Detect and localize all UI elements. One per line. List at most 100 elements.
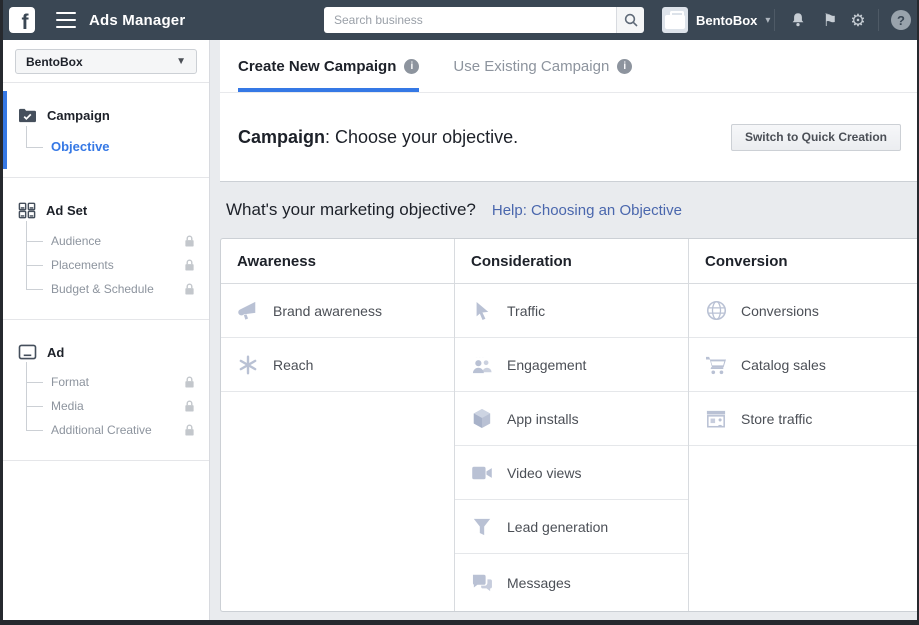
search-bar bbox=[324, 7, 644, 33]
objective-conversions[interactable]: Conversions bbox=[689, 284, 917, 338]
account-switcher[interactable]: BentoBox ▾ bbox=[662, 7, 770, 33]
objective-question-band: What's your marketing objective? Help: C… bbox=[220, 182, 917, 238]
tree-item-label: Media bbox=[51, 399, 84, 413]
sidebar-section-ad: Ad Format Media Additional Creative bbox=[3, 320, 209, 461]
facebook-logo-icon[interactable]: f bbox=[9, 7, 35, 33]
sidebar-item-placements[interactable]: Placements bbox=[3, 253, 209, 277]
sidebar-section-label: Ad Set bbox=[46, 203, 88, 218]
sidebar-section-adset: Ad Set Audience Placements Budget & Sche… bbox=[3, 178, 209, 320]
bell-icon bbox=[792, 13, 804, 27]
tree-item-label: Placements bbox=[51, 258, 114, 272]
page-title-bold: Campaign bbox=[238, 126, 326, 147]
objective-label: Engagement bbox=[507, 356, 587, 373]
storefront-icon bbox=[706, 410, 726, 427]
top-navigation-bar: f Ads Manager BentoBox ▾ ⚑ bbox=[3, 0, 917, 40]
sidebar-section-campaign: Campaign Objective bbox=[3, 83, 209, 178]
tree-item-label: Additional Creative bbox=[51, 423, 152, 437]
account-name: BentoBox bbox=[696, 12, 758, 28]
objective-engagement[interactable]: Engagement bbox=[455, 338, 688, 392]
cursor-icon bbox=[476, 301, 489, 320]
sidebar-item-campaign[interactable]: Campaign bbox=[3, 107, 209, 124]
reach-burst-icon bbox=[239, 355, 257, 374]
hamburger-menu-icon[interactable] bbox=[56, 12, 76, 28]
chevron-down-icon: ▼ bbox=[176, 56, 186, 67]
people-icon bbox=[472, 356, 492, 373]
objective-store-traffic[interactable]: Store traffic bbox=[689, 392, 917, 446]
flag-icon: ⚑ bbox=[822, 10, 838, 30]
tab-use-existing-campaign[interactable]: Use Existing Campaign bbox=[453, 40, 633, 92]
objective-catalog-sales[interactable]: Catalog sales bbox=[689, 338, 917, 392]
objective-label: Brand awareness bbox=[273, 302, 382, 319]
campaign-setup-card: Create New Campaign Use Existing Campaig… bbox=[220, 40, 917, 182]
switch-to-quick-creation-button[interactable]: Switch to Quick Creation bbox=[730, 123, 901, 151]
objective-label: Traffic bbox=[507, 302, 546, 319]
campaign-subtree: Objective bbox=[3, 126, 209, 159]
sidebar-item-audience[interactable]: Audience bbox=[3, 229, 209, 253]
chevron-down-icon: ▾ bbox=[765, 14, 771, 26]
business-avatar bbox=[662, 7, 688, 33]
sidebar-account-selector[interactable]: BentoBox ▼ bbox=[15, 49, 197, 74]
tab-create-new-campaign[interactable]: Create New Campaign bbox=[238, 40, 420, 92]
sidebar-item-format[interactable]: Format bbox=[3, 370, 209, 394]
megaphone-icon bbox=[238, 301, 256, 320]
tree-item-label: Budget & Schedule bbox=[51, 282, 154, 296]
objective-messages[interactable]: Messages bbox=[455, 554, 688, 611]
search-button[interactable] bbox=[616, 7, 644, 33]
selected-account-label: BentoBox bbox=[26, 54, 83, 69]
objectives-table: Awareness Brand awareness Reach Consider… bbox=[220, 238, 917, 612]
notifications-bell-button[interactable] bbox=[784, 0, 812, 40]
gear-icon: ⚙ bbox=[850, 10, 866, 30]
tree-item-label: Format bbox=[51, 375, 90, 389]
toolbar-divider bbox=[878, 9, 879, 31]
page-title: Campaign: Choose your objective. bbox=[238, 127, 518, 148]
sidebar-section-label: Campaign bbox=[47, 108, 110, 123]
objective-video-views[interactable]: Video views bbox=[455, 446, 688, 500]
column-awareness: Awareness Brand awareness Reach bbox=[221, 239, 455, 611]
cube-icon bbox=[473, 408, 491, 429]
sidebar-item-additional-creative[interactable]: Additional Creative bbox=[3, 418, 209, 442]
objective-traffic[interactable]: Traffic bbox=[455, 284, 688, 338]
column-header: Consideration bbox=[455, 239, 688, 284]
ads-manager-window: f Ads Manager BentoBox ▾ ⚑ bbox=[0, 0, 919, 625]
sidebar-item-media[interactable]: Media bbox=[3, 394, 209, 418]
column-header: Awareness bbox=[221, 239, 454, 284]
info-icon[interactable] bbox=[404, 58, 420, 74]
lock-icon bbox=[185, 259, 194, 271]
campaign-folder-icon bbox=[19, 108, 36, 123]
lock-icon bbox=[185, 376, 194, 388]
adset-subtree: Audience Placements Budget & Schedule bbox=[3, 221, 209, 301]
cart-icon bbox=[706, 356, 726, 374]
globe-icon bbox=[706, 300, 726, 321]
ad-subtree: Format Media Additional Creative bbox=[3, 362, 209, 442]
lock-icon bbox=[185, 283, 194, 295]
objective-reach[interactable]: Reach bbox=[221, 338, 454, 392]
info-icon[interactable] bbox=[617, 58, 633, 74]
help-choosing-objective-link[interactable]: Help: Choosing an Objective bbox=[492, 202, 682, 219]
video-camera-icon bbox=[472, 466, 492, 479]
campaign-tabs: Create New Campaign Use Existing Campaig… bbox=[220, 40, 917, 93]
flag-button[interactable]: ⚑ bbox=[816, 0, 844, 40]
objective-app-installs[interactable]: App installs bbox=[455, 392, 688, 446]
tab-label: Create New Campaign bbox=[238, 57, 397, 75]
column-consideration: Consideration Traffic Engagement App ins… bbox=[455, 239, 689, 611]
creation-sidebar: BentoBox ▼ Campaign Objective Ad Set Aud… bbox=[3, 40, 210, 620]
help-button[interactable]: ? bbox=[887, 0, 915, 40]
ad-card-icon bbox=[18, 344, 37, 360]
objective-lead-generation[interactable]: Lead generation bbox=[455, 500, 688, 554]
objective-brand-awareness[interactable]: Brand awareness bbox=[221, 284, 454, 338]
objective-label: Store traffic bbox=[741, 410, 813, 427]
lock-icon bbox=[185, 400, 194, 412]
sidebar-section-label: Ad bbox=[47, 344, 65, 360]
sidebar-item-objective[interactable]: Objective bbox=[3, 134, 209, 159]
empty-cell bbox=[221, 392, 454, 611]
sidebar-item-adset[interactable]: Ad Set bbox=[3, 202, 209, 219]
search-input[interactable] bbox=[324, 7, 616, 33]
settings-button[interactable]: ⚙ bbox=[844, 0, 872, 40]
sidebar-item-budget-schedule[interactable]: Budget & Schedule bbox=[3, 277, 209, 301]
page-title-rest: : Choose your objective. bbox=[325, 126, 519, 147]
empty-cell bbox=[689, 446, 917, 611]
adset-grid-icon bbox=[18, 202, 36, 219]
question-mark-icon: ? bbox=[891, 10, 911, 30]
sidebar-item-ad[interactable]: Ad bbox=[3, 344, 209, 360]
tree-item-label: Audience bbox=[51, 234, 102, 248]
